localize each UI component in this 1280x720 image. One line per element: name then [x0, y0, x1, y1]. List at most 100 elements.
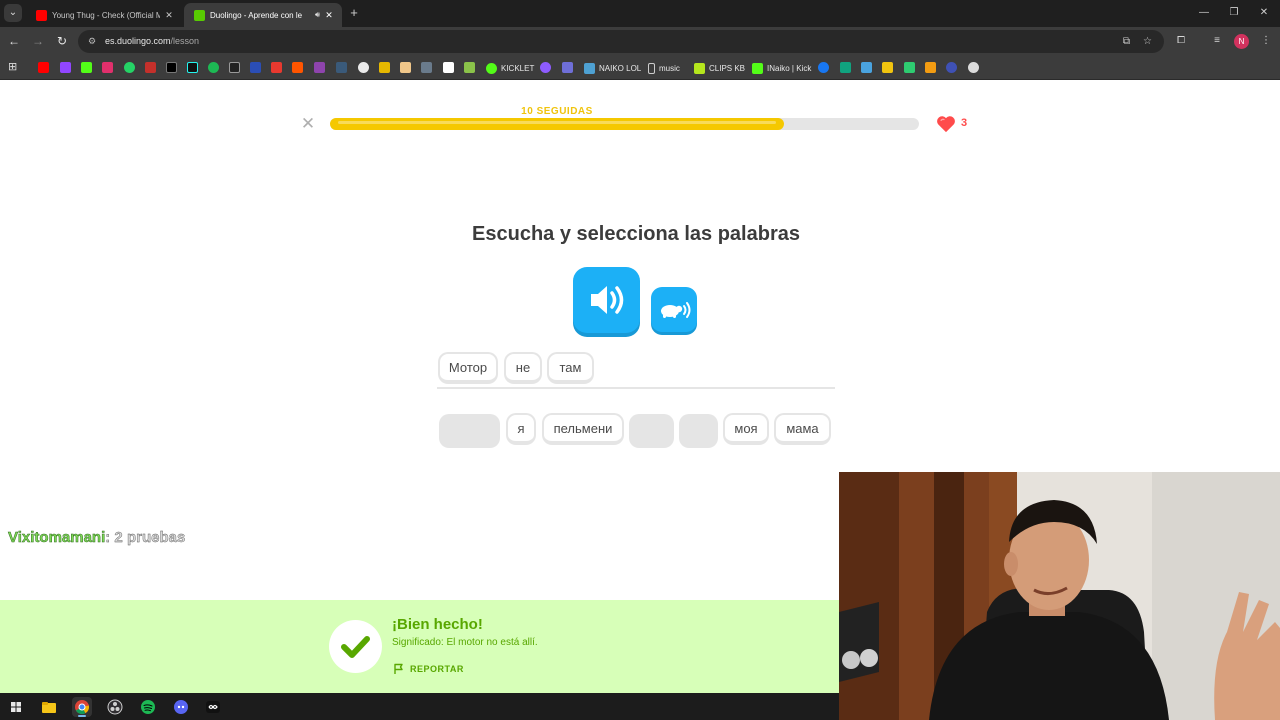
start-button[interactable]	[6, 697, 26, 717]
bookmark-kicklet[interactable]: KICKLET	[486, 61, 534, 75]
url-text[interactable]: es.duolingo.com/lesson	[105, 36, 199, 46]
word-bank-empty-slot	[679, 414, 718, 448]
bookmark-icon[interactable]	[336, 62, 347, 73]
bookmark-icon[interactable]	[861, 62, 872, 73]
reload-button[interactable]: ↻	[54, 33, 70, 49]
running-indicator	[78, 715, 86, 717]
answer-word[interactable]: Мотор	[438, 352, 498, 384]
word-bank-empty-slot	[629, 414, 674, 448]
streamer-webcam-image	[839, 472, 1280, 720]
report-button[interactable]: REPORTAR	[393, 662, 464, 676]
bookmark-icon[interactable]	[379, 62, 390, 73]
bookmark-icon[interactable]	[421, 62, 432, 73]
play-audio-button[interactable]	[573, 267, 640, 333]
globe-bookmark-icon[interactable]	[358, 62, 369, 73]
browser-tab-bar: ⌄ Young Thug - Check (Official M ✕ Duoli…	[0, 0, 1280, 27]
tab-close-icon[interactable]: ✕	[324, 10, 334, 21]
new-tab-button[interactable]: +	[346, 5, 362, 21]
bookmark-music[interactable]: music	[648, 61, 680, 75]
play-slow-audio-button[interactable]	[651, 287, 697, 332]
bookmark-naiko-lol[interactable]: NAIKO LOL	[584, 61, 641, 75]
bookmark-icon[interactable]	[443, 62, 454, 73]
extensions-icon[interactable]: ⧠	[1174, 34, 1188, 48]
twitch-bookmark-icon[interactable]	[60, 62, 71, 73]
close-lesson-icon[interactable]: ✕	[300, 115, 316, 132]
tab-duolingo[interactable]: Duolingo - Aprende con le 🔊︎ ✕	[184, 3, 342, 27]
webcam-overlay	[839, 472, 1280, 720]
answer-word[interactable]: не	[504, 352, 542, 384]
word-bank-tile[interactable]: мама	[774, 413, 831, 445]
hearts-count: 3	[961, 117, 968, 129]
bookmark-label: INaiko | Kick	[767, 63, 812, 73]
spotify-icon	[141, 700, 155, 714]
discord-taskbar-icon[interactable]	[171, 697, 191, 717]
file-explorer-icon[interactable]	[39, 697, 59, 717]
spotify-bookmark-icon[interactable]	[208, 62, 219, 73]
tab-youtube[interactable]: Young Thug - Check (Official M ✕	[26, 3, 182, 27]
window-close-button[interactable]: ✕	[1248, 4, 1280, 22]
address-bar[interactable]: ⚙ es.duolingo.com/lesson ⧉ ☆	[78, 30, 1164, 53]
bookmark-icon[interactable]	[314, 62, 325, 73]
audio-playing-icon[interactable]: 🔊︎	[315, 10, 320, 20]
forward-button[interactable]: →	[30, 33, 46, 49]
answer-word[interactable]: там	[547, 352, 594, 384]
challenge-instruction: Escucha y selecciona las palabras	[472, 223, 800, 245]
bookmark-clips-kb[interactable]: CLIPS KB	[694, 61, 745, 75]
cat-bookmark-icon[interactable]	[400, 62, 411, 73]
pinterest-bookmark-icon[interactable]	[145, 62, 156, 73]
bookmark-label: music	[659, 63, 680, 73]
duolingo-icon	[194, 9, 205, 21]
bookmark-icon[interactable]	[904, 62, 915, 73]
bookmark-icon[interactable]	[840, 62, 851, 73]
bookmark-star-icon[interactable]: ☆	[1141, 35, 1154, 48]
minimize-button[interactable]: —	[1188, 4, 1220, 22]
site-info-icon[interactable]: ⚙	[86, 35, 98, 47]
tiktok-bookmark-icon[interactable]	[187, 62, 198, 73]
back-button[interactable]: ←	[6, 33, 22, 49]
instagram-bookmark-icon[interactable]	[102, 62, 113, 73]
youtube-bookmark-icon[interactable]	[38, 62, 49, 73]
soundcloud-bookmark-icon[interactable]	[292, 62, 303, 73]
kicklet-icon	[486, 62, 497, 74]
shield-bookmark-icon[interactable]	[562, 62, 573, 73]
chrome-icon	[75, 700, 90, 715]
bookmark-icon[interactable]	[946, 62, 957, 73]
word-bank-tile[interactable]: пельмени	[542, 413, 624, 445]
app-taskbar-icon[interactable]	[203, 697, 223, 717]
stake-bookmark-icon[interactable]	[229, 62, 240, 73]
youtube-icon	[36, 9, 47, 21]
chrome-taskbar-icon[interactable]	[72, 697, 92, 717]
flag-icon	[394, 663, 403, 674]
install-app-icon[interactable]: ⧉	[1120, 35, 1133, 48]
bookmark-icon[interactable]	[540, 62, 551, 73]
turtle-icon	[661, 302, 691, 318]
bookmark-naiko-kick[interactable]: INaiko | Kick	[752, 61, 811, 75]
speaker-icon	[591, 286, 624, 314]
bookmark-icon[interactable]	[271, 62, 282, 73]
chatgpt-bookmark-icon[interactable]	[968, 62, 979, 73]
profile-avatar[interactable]: N	[1234, 34, 1249, 49]
bookmark-icon[interactable]	[464, 62, 475, 73]
bookmark-icon[interactable]	[882, 62, 893, 73]
tab-close-icon[interactable]: ✕	[164, 10, 174, 21]
bookmark-icon[interactable]	[925, 62, 936, 73]
x-bookmark-icon[interactable]	[166, 62, 177, 73]
word-bank-tile[interactable]: я	[506, 413, 536, 445]
media-controls-icon[interactable]: ≡	[1210, 34, 1224, 48]
whatsapp-bookmark-icon[interactable]	[124, 62, 135, 73]
bookmark-label: CLIPS KB	[709, 63, 746, 73]
windows-logo-icon	[11, 702, 21, 712]
facebook-bookmark-icon[interactable]	[818, 62, 829, 73]
restore-button[interactable]: ❐	[1218, 4, 1250, 22]
spotify-taskbar-icon[interactable]	[138, 697, 158, 717]
bookmark-icon[interactable]	[250, 62, 261, 73]
apps-grid-icon[interactable]: ⊞	[8, 62, 19, 73]
kick-bookmark-icon[interactable]	[81, 62, 92, 73]
menu-kebab-icon[interactable]: ⋮	[1259, 34, 1273, 48]
obs-taskbar-icon[interactable]	[105, 697, 125, 717]
discord-icon	[174, 700, 188, 714]
word-bank-tile[interactable]: моя	[723, 413, 769, 445]
obs-icon	[107, 699, 123, 715]
correct-badge	[329, 620, 382, 673]
tab-search-icon[interactable]: ⌄	[4, 4, 22, 22]
